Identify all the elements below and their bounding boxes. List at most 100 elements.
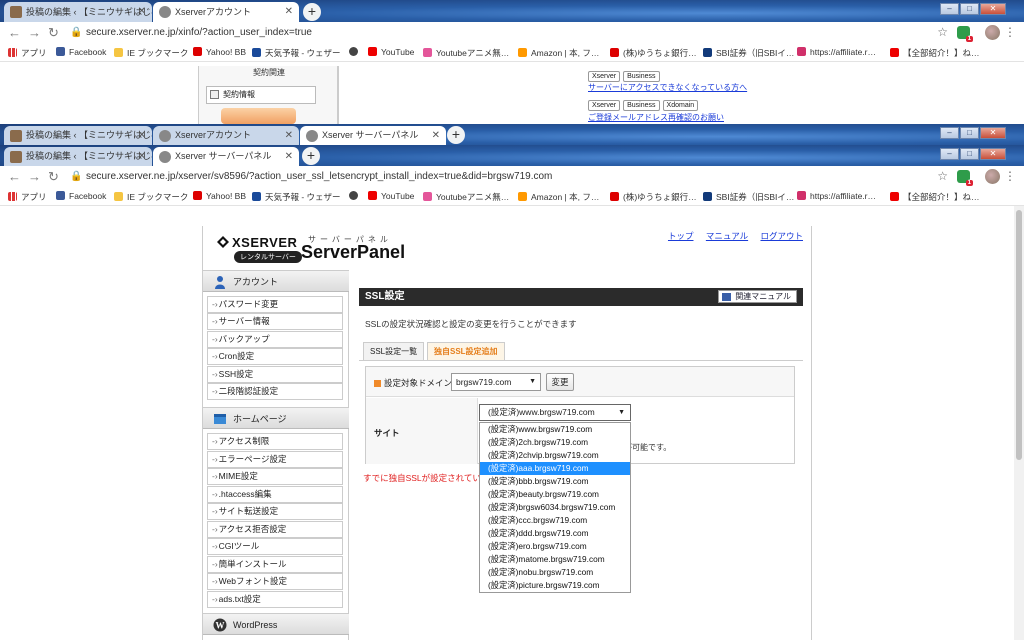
tab-mid-edit-post[interactable]: 投稿の編集 ‹ 【ミニウサギはじめ ✕ <box>4 126 152 145</box>
bookmark-apps[interactable]: アプリ <box>8 47 47 59</box>
sidebar-item-access-deny[interactable]: -›アクセス拒否設定 <box>207 521 343 538</box>
minimize-button[interactable]: – <box>940 127 959 139</box>
dropdown-option[interactable]: (設定済)ccc.brgsw719.com <box>480 514 630 527</box>
close-window-button[interactable]: ✕ <box>980 127 1006 139</box>
sidebar-item-backup[interactable]: -›バックアップ <box>207 331 343 348</box>
dropdown-option[interactable]: (設定済)brgsw6034.brgsw719.com <box>480 501 630 514</box>
sidebar-item-easy-install[interactable]: -›簡単インストール <box>207 556 343 573</box>
sidebar-item-password[interactable]: -›パスワード変更 <box>207 296 343 313</box>
domain-select[interactable]: brgsw719.com ▼ <box>451 373 541 391</box>
bookmark-globe[interactable] <box>349 191 362 201</box>
tab-mid-server-panel[interactable]: Xserver サーバーパネル ✕ <box>300 126 446 145</box>
maximize-button[interactable]: □ <box>960 148 979 160</box>
tab-front-edit-post[interactable]: 投稿の編集 ‹ 【ミニウサギはじめ ✕ <box>4 147 152 166</box>
bookmark-apps[interactable]: アプリ <box>8 191 47 203</box>
sidebar-item-error-page[interactable]: -›エラーページ設定 <box>207 451 343 468</box>
extension-icon[interactable]: 1 <box>957 170 973 186</box>
bookmark-facebook[interactable]: Facebook <box>56 47 106 57</box>
back-arrow-icon[interactable]: ← <box>8 25 21 40</box>
dropdown-option[interactable]: (設定済)bbb.brgsw719.com <box>480 475 630 488</box>
dropdown-option[interactable]: (設定済)www.brgsw719.com <box>480 423 630 436</box>
sidebar-item-ssh[interactable]: -›SSH設定 <box>207 366 343 383</box>
bookmark-globe[interactable] <box>349 47 362 57</box>
bookmark-youtube[interactable]: YouTube <box>368 191 414 201</box>
logout-link[interactable]: ログアウト <box>760 231 803 241</box>
bookmark-affiliate[interactable]: https://affiliate.r… <box>797 191 876 201</box>
minimize-button[interactable]: – <box>940 3 959 15</box>
site-dropdown-list[interactable]: (設定済)www.brgsw719.com (設定済)2ch.brgsw719.c… <box>479 422 631 593</box>
bookmark-star-icon[interactable]: ☆ <box>937 169 948 183</box>
profile-avatar[interactable] <box>985 169 1000 184</box>
sidebar-item-server-info[interactable]: -›サーバー情報 <box>207 313 343 330</box>
sidebar-item-access-limit[interactable]: -›アクセス制限 <box>207 433 343 450</box>
bookmark-affiliate[interactable]: https://affiliate.r… <box>797 47 876 57</box>
email-recheck-link[interactable]: ご登録メールアドレス再確認のお願い <box>588 112 724 123</box>
sidebar-item-cgi[interactable]: -›CGIツール <box>207 538 343 555</box>
bookmark-amazon[interactable]: Amazon | 本, フ… <box>518 191 599 203</box>
close-tab-icon[interactable]: ✕ <box>138 126 146 145</box>
forward-arrow-icon[interactable]: → <box>28 169 41 184</box>
page-scrollbar[interactable] <box>1014 206 1024 640</box>
kebab-menu-icon[interactable]: ⋮ <box>1004 169 1016 183</box>
close-tab-icon[interactable]: ✕ <box>285 147 293 166</box>
scrollbar-thumb[interactable] <box>1016 210 1022 460</box>
bookmark-weather[interactable]: 天気予報 - ウェザー <box>252 47 341 59</box>
tab-back-xserver-account[interactable]: Xserverアカウント ✕ <box>153 2 299 22</box>
dropdown-option[interactable]: (設定済)picture.brgsw719.com <box>480 579 630 592</box>
contract-info-link[interactable]: 契約情報 <box>206 86 316 104</box>
dropdown-option[interactable]: (設定済)2chvip.brgsw719.com <box>480 449 630 462</box>
bookmark-youtube-anime[interactable]: Youtubeアニメ無… <box>423 191 509 203</box>
bookmark-amazon[interactable]: Amazon | 本, フ… <box>518 47 599 59</box>
bookmark-weather[interactable]: 天気予報 - ウェザー <box>252 191 341 203</box>
bookmark-zenbu[interactable]: 【全部紹介！】ね… <box>890 191 980 203</box>
bookmark-youtube[interactable]: YouTube <box>368 47 414 57</box>
back-arrow-icon[interactable]: ← <box>8 169 21 184</box>
tab-back-edit-post[interactable]: 投稿の編集 ‹ 【ミニウサギはじめ ✕ <box>4 2 152 22</box>
bookmark-ie[interactable]: IE ブックマーク <box>114 47 188 59</box>
close-tab-icon[interactable]: ✕ <box>432 126 440 145</box>
extension-icon[interactable]: 1 <box>957 26 973 42</box>
minimize-button[interactable]: – <box>940 148 959 160</box>
maximize-button[interactable]: □ <box>960 3 979 15</box>
orange-button[interactable] <box>221 108 296 124</box>
bookmark-yucho[interactable]: (株)ゆうちょ銀行… <box>610 47 697 59</box>
profile-avatar[interactable] <box>985 25 1000 40</box>
sidebar-item-site-forward[interactable]: -›サイト転送設定 <box>207 503 343 520</box>
new-tab-button[interactable]: + <box>302 147 320 165</box>
url-field[interactable]: secure.xserver.ne.jp/xserver/sv8596/?act… <box>86 171 552 182</box>
bookmark-youtube-anime[interactable]: Youtubeアニメ無… <box>423 47 509 59</box>
bookmark-yahoo-bb[interactable]: Yahoo! BB <box>193 47 246 57</box>
access-help-link[interactable]: サーバーにアクセスできなくなっている方へ <box>588 82 747 93</box>
maximize-button[interactable]: □ <box>960 127 979 139</box>
new-tab-button[interactable]: + <box>303 3 321 21</box>
dropdown-option[interactable]: (設定済)nobu.brgsw719.com <box>480 566 630 579</box>
bookmark-star-icon[interactable]: ☆ <box>937 25 948 39</box>
sidebar-item-cron[interactable]: -›Cron設定 <box>207 348 343 365</box>
forward-arrow-icon[interactable]: → <box>28 25 41 40</box>
related-manual-button[interactable]: 関連マニュアル <box>718 290 797 303</box>
dropdown-option[interactable]: (設定済)2ch.brgsw719.com <box>480 436 630 449</box>
tab-front-server-panel[interactable]: Xserver サーバーパネル ✕ <box>153 147 299 166</box>
reload-icon[interactable]: ↻ <box>48 169 59 185</box>
close-tab-icon[interactable]: ✕ <box>138 147 146 166</box>
tab-ssl-list[interactable]: SSL設定一覧 <box>363 342 425 360</box>
top-link[interactable]: トップ <box>668 231 694 241</box>
dropdown-option[interactable]: (設定済)aaa.brgsw719.com <box>480 462 630 475</box>
close-tab-icon[interactable]: ✕ <box>138 2 146 22</box>
url-field[interactable]: secure.xserver.ne.jp/xinfo/?action_user_… <box>86 27 312 38</box>
manual-link[interactable]: マニュアル <box>706 231 748 241</box>
dropdown-option[interactable]: (設定済)beauty.brgsw719.com <box>480 488 630 501</box>
close-window-button[interactable]: ✕ <box>980 148 1006 160</box>
bookmark-zenbu[interactable]: 【全部紹介！】ね… <box>890 47 980 59</box>
bookmark-sbi[interactable]: SBI証券（旧SBIイ… <box>703 47 794 59</box>
sidebar-item-2fa[interactable]: -›二段階認証設定 <box>207 383 343 400</box>
bookmark-sbi[interactable]: SBI証券（旧SBIイ… <box>703 191 794 203</box>
dropdown-option[interactable]: (設定済)matome.brgsw719.com <box>480 553 630 566</box>
sidebar-item-webfont[interactable]: -›Webフォント設定 <box>207 573 343 590</box>
close-tab-icon[interactable]: ✕ <box>285 126 293 145</box>
bookmark-yahoo-bb[interactable]: Yahoo! BB <box>193 191 246 201</box>
tab-add-ssl[interactable]: 独自SSL設定追加 <box>427 342 505 360</box>
change-button[interactable]: 変更 <box>546 373 574 391</box>
sidebar-item-htaccess[interactable]: -›.htaccess編集 <box>207 486 343 503</box>
close-window-button[interactable]: ✕ <box>980 3 1006 15</box>
